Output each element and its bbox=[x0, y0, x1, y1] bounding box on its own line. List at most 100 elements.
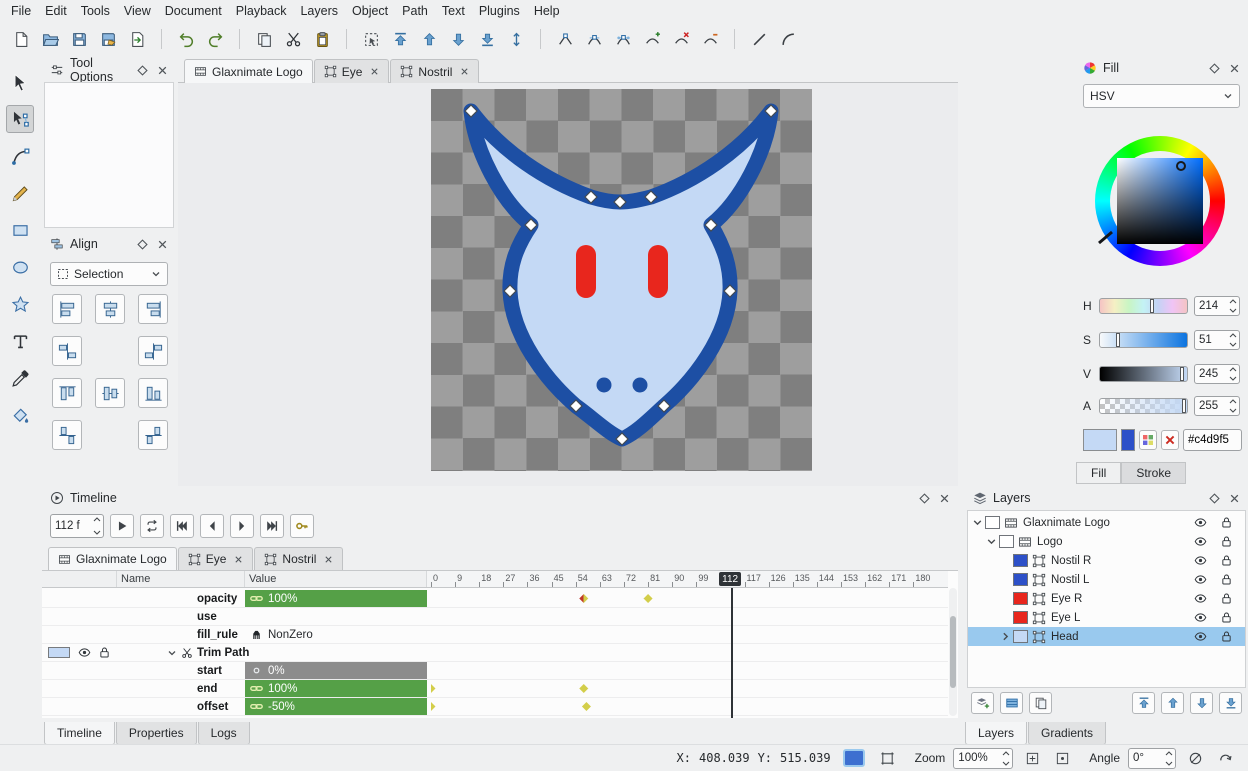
layer-name[interactable]: Nostil L bbox=[1051, 574, 1089, 586]
timeline-scrollbar[interactable] bbox=[949, 588, 957, 716]
property-value[interactable]: 0% bbox=[245, 662, 427, 679]
visible-icon[interactable] bbox=[1194, 573, 1207, 586]
sv-cursor[interactable] bbox=[1176, 161, 1186, 171]
menu-file[interactable]: File bbox=[4, 1, 38, 21]
close-tab-icon[interactable] bbox=[324, 555, 333, 564]
layer-name[interactable]: Glaxnimate Logo bbox=[1023, 517, 1110, 529]
loop-button[interactable] bbox=[140, 514, 164, 538]
lock-icon[interactable] bbox=[1220, 630, 1233, 643]
zoom-spinbox[interactable]: 100% bbox=[953, 748, 1013, 769]
align-bottom-button[interactable] bbox=[138, 378, 168, 408]
raise-button[interactable] bbox=[1161, 692, 1184, 714]
lock-icon[interactable] bbox=[1220, 516, 1233, 529]
slider-handle[interactable] bbox=[1150, 299, 1154, 313]
new-document-button[interactable] bbox=[8, 26, 34, 52]
menu-view[interactable]: View bbox=[117, 1, 158, 21]
property-value[interactable]: NonZero bbox=[245, 626, 427, 643]
layer-row-eye-r[interactable]: Eye R bbox=[968, 589, 1245, 608]
fill-bucket-tool[interactable] bbox=[6, 401, 34, 429]
node-symmetric-button[interactable] bbox=[610, 26, 636, 52]
lower-button[interactable] bbox=[445, 26, 471, 52]
layer-name[interactable]: Eye R bbox=[1051, 593, 1082, 605]
menu-document[interactable]: Document bbox=[158, 1, 229, 21]
artboard[interactable] bbox=[431, 89, 812, 471]
spin-up-icon[interactable] bbox=[1165, 751, 1173, 756]
cut-button[interactable] bbox=[280, 26, 306, 52]
menu-tools[interactable]: Tools bbox=[74, 1, 117, 21]
tab-glaxnimate-logo[interactable]: Glaxnimate Logo bbox=[184, 59, 313, 83]
layer-color-swatch[interactable] bbox=[1013, 592, 1028, 605]
spin-down-icon[interactable] bbox=[1229, 408, 1237, 413]
delete-node-button[interactable] bbox=[668, 26, 694, 52]
current-frame-badge[interactable]: 112 bbox=[719, 572, 741, 586]
layer-row-nostil-r[interactable]: Nostil R bbox=[968, 551, 1245, 570]
keyframe-track[interactable] bbox=[427, 626, 948, 643]
layer-row-head[interactable]: Head bbox=[968, 627, 1245, 646]
record-keyframe-button[interactable] bbox=[290, 514, 314, 538]
zoom-original-button[interactable] bbox=[1051, 748, 1073, 768]
visible-icon[interactable] bbox=[1194, 516, 1207, 529]
layer-row-nostil-l[interactable]: Nostil L bbox=[968, 570, 1245, 589]
property-value[interactable] bbox=[245, 608, 427, 625]
save-button[interactable] bbox=[66, 26, 92, 52]
keyframe-diamond[interactable] bbox=[427, 684, 436, 693]
property-group-name[interactable]: Trim Path bbox=[117, 644, 245, 661]
tab-stroke[interactable]: Stroke bbox=[1121, 462, 1186, 484]
layer-color-swatch[interactable] bbox=[999, 535, 1014, 548]
slider-handle[interactable] bbox=[1180, 367, 1184, 381]
layer-color-swatch[interactable] bbox=[985, 516, 1000, 529]
hex-color-input[interactable] bbox=[1183, 429, 1242, 451]
spin-up-icon[interactable] bbox=[1229, 367, 1237, 372]
lock-icon[interactable] bbox=[1220, 592, 1233, 605]
close-tab-icon[interactable] bbox=[370, 67, 379, 76]
float-panel-button[interactable] bbox=[1209, 493, 1220, 504]
close-tab-icon[interactable] bbox=[460, 67, 469, 76]
keyframe-track[interactable] bbox=[427, 698, 948, 715]
keyframe-diamond[interactable] bbox=[427, 702, 436, 711]
tab-eye[interactable]: Eye bbox=[314, 59, 390, 83]
layer-name[interactable]: Logo bbox=[1037, 536, 1063, 548]
node-smooth-button[interactable] bbox=[581, 26, 607, 52]
raise-to-top-button[interactable] bbox=[1132, 692, 1155, 714]
angle-spinbox[interactable]: 0° bbox=[1128, 748, 1176, 769]
spin-up-icon[interactable] bbox=[1002, 751, 1010, 756]
timeline-row-start[interactable]: start 0% bbox=[42, 662, 948, 680]
draw-arc-button[interactable] bbox=[775, 26, 801, 52]
align-outside-left-button[interactable] bbox=[52, 336, 82, 366]
expander-icon[interactable] bbox=[986, 536, 997, 547]
align-left-button[interactable] bbox=[52, 294, 82, 324]
previous-frame-button[interactable] bbox=[200, 514, 224, 538]
property-value[interactable]: -50% bbox=[245, 698, 427, 715]
current-color-swatch[interactable] bbox=[1083, 429, 1117, 451]
lower-button[interactable] bbox=[1190, 692, 1213, 714]
secondary-color-swatch[interactable] bbox=[1121, 429, 1135, 451]
float-panel-button[interactable] bbox=[137, 65, 148, 76]
visible-icon[interactable] bbox=[1194, 554, 1207, 567]
lower-to-bottom-button[interactable] bbox=[1219, 692, 1242, 714]
tab-logs[interactable]: Logs bbox=[198, 722, 250, 745]
menu-help[interactable]: Help bbox=[527, 1, 567, 21]
next-frame-button[interactable] bbox=[230, 514, 254, 538]
layer-color-swatch[interactable] bbox=[1013, 611, 1028, 624]
tab-nostril[interactable]: Nostril bbox=[254, 547, 343, 570]
layer-color-swatch[interactable] bbox=[1013, 573, 1028, 586]
align-hcenter-button[interactable] bbox=[95, 294, 125, 324]
property-value[interactable]: 100% bbox=[245, 590, 427, 607]
layer-row-glaxnimate-logo[interactable]: Glaxnimate Logo bbox=[968, 513, 1245, 532]
close-panel-button[interactable] bbox=[939, 493, 950, 504]
timeline-row-fill-rule[interactable]: fill_rule NonZero bbox=[42, 626, 948, 644]
timeline-row-offset[interactable]: offset -50% bbox=[42, 698, 948, 716]
saturation-slider[interactable] bbox=[1099, 332, 1188, 348]
align-top-button[interactable] bbox=[52, 378, 82, 408]
keyframe-diamond[interactable] bbox=[582, 702, 591, 711]
layer-name[interactable]: Head bbox=[1051, 631, 1079, 643]
menu-path[interactable]: Path bbox=[395, 1, 435, 21]
spin-down-icon[interactable] bbox=[93, 530, 101, 535]
tab-nostril[interactable]: Nostril bbox=[390, 59, 479, 83]
tab-gradients[interactable]: Gradients bbox=[1028, 722, 1106, 745]
ellipse-tool[interactable] bbox=[6, 253, 34, 281]
layer-row-eye-l[interactable]: Eye L bbox=[968, 608, 1245, 627]
slider-handle[interactable] bbox=[1182, 399, 1186, 413]
undo-button[interactable] bbox=[173, 26, 199, 52]
layer-name[interactable]: Nostil R bbox=[1051, 555, 1091, 567]
